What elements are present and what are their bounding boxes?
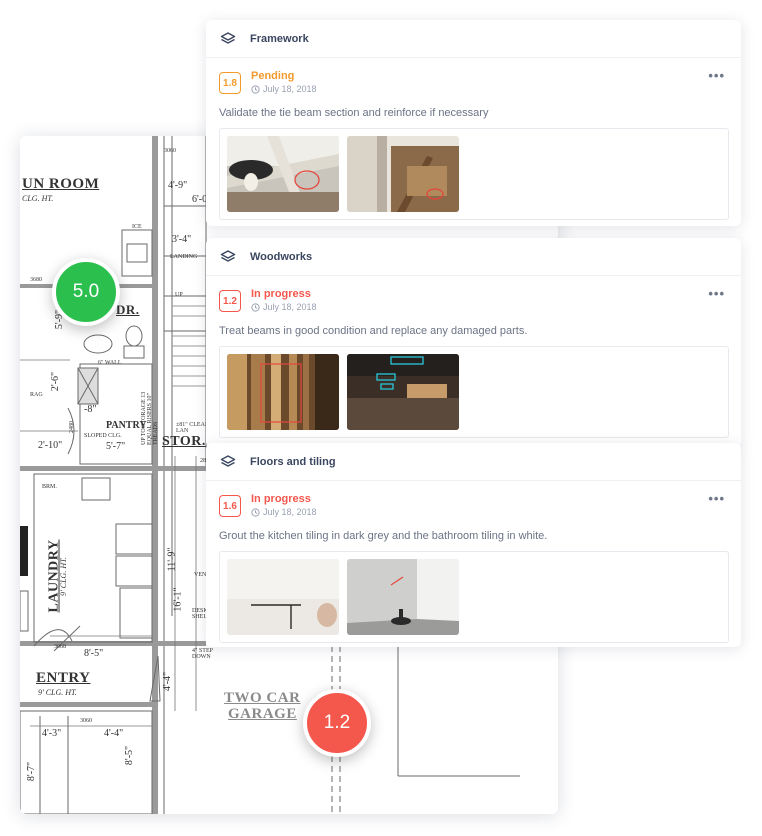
plan-label-two-car: TWO CAR	[224, 690, 301, 706]
plan-label-entry: ENTRY	[36, 670, 91, 686]
layers-icon	[220, 31, 236, 44]
task-card[interactable]: 1.2 In progress July 18, 2018 ••• Treat …	[206, 276, 741, 438]
plan-label-laundry-sub: 9' CLG. HT.	[58, 557, 68, 596]
task-date: July 18, 2018	[251, 507, 317, 517]
task-date: July 18, 2018	[251, 302, 317, 312]
plan-dim: 4'-9"	[168, 180, 188, 191]
photo-gallery	[219, 551, 729, 643]
plan-dim: 2'-6"	[50, 371, 62, 392]
clock-icon	[251, 84, 260, 94]
section-header[interactable]: Framework	[206, 20, 741, 58]
plan-dim: 4'-4"	[162, 671, 174, 692]
plan-label-wall: 6" WALL	[98, 360, 122, 366]
plan-dim: 6'-0	[192, 194, 208, 205]
more-icon[interactable]: •••	[708, 286, 725, 301]
plan-dim: 16'-1"	[172, 587, 184, 612]
plan-dim: 11'-9"	[166, 547, 178, 572]
plan-label-stairs: UP TO STORAGE 13 EQUAL RISERS 10" TREADS	[141, 391, 159, 445]
plan-label-pantry-sub: SLOPED CLG.	[84, 433, 122, 439]
plan-label-2480: 2480	[69, 421, 75, 433]
plan-label-dr: DR.	[116, 302, 140, 317]
more-icon[interactable]: •••	[708, 68, 725, 83]
task-status: Pending	[251, 70, 295, 82]
task-description: Validate the tie beam section and reinfo…	[219, 107, 489, 119]
plan-dim: 8'-5"	[84, 648, 104, 659]
plan-label-3068: 3068	[54, 644, 66, 650]
task-date: July 18, 2018	[251, 84, 317, 94]
photo-thumbnail[interactable]	[347, 136, 459, 212]
task-status: In progress	[251, 493, 311, 505]
task-date-text: July 18, 2018	[263, 507, 317, 517]
stage: UN ROOM CLG. HT. 4'-9" 6'-0 ICE 3'-4" LA…	[0, 0, 762, 836]
section-header[interactable]: Woodworks	[206, 238, 741, 276]
photo-thumbnail[interactable]	[227, 354, 339, 430]
plan-label-landing: LANDING	[170, 254, 198, 260]
plan-dim: -8"	[84, 404, 97, 415]
plan-label-3680: 3680	[30, 277, 42, 283]
photo-gallery	[219, 346, 729, 438]
section-woodworks: Woodworks 1.2 In progress July 18, 2018 …	[206, 238, 741, 448]
plan-label-up: UP	[175, 292, 183, 298]
task-card[interactable]: 1.8 Pending July 18, 2018 ••• Validate t…	[206, 58, 741, 220]
plan-label-sun-room-sub: CLG. HT.	[22, 194, 54, 203]
task-card[interactable]: 1.6 In progress July 18, 2018 ••• Grout …	[206, 481, 741, 643]
plan-label-step: 4" STEP DOWN	[192, 648, 213, 660]
task-status: In progress	[251, 288, 311, 300]
plan-label-sun-room: UN ROOM	[22, 176, 100, 192]
plan-dim: 4'-3"	[42, 728, 62, 739]
task-number-badge: 1.6	[219, 495, 241, 517]
section-title: Floors and tiling	[250, 455, 336, 468]
task-description: Grout the kitchen tiling in dark grey an…	[219, 530, 548, 542]
plan-label-stor: STOR.	[162, 434, 206, 449]
progress-badge-red[interactable]: 1.2	[303, 689, 371, 757]
plan-dim: 5'-7"	[106, 441, 126, 452]
layers-icon	[220, 454, 236, 467]
task-number-badge: 1.2	[219, 290, 241, 312]
photo-thumbnail[interactable]	[347, 559, 459, 635]
clock-icon	[251, 507, 260, 517]
layers-icon	[220, 249, 236, 262]
progress-badge-green[interactable]: 5.0	[52, 258, 120, 326]
task-number-badge: 1.8	[219, 72, 241, 94]
section-title: Woodworks	[250, 250, 313, 263]
clock-icon	[251, 302, 260, 312]
plan-label-rag: RAG	[30, 392, 43, 398]
photo-thumbnail[interactable]	[227, 136, 339, 212]
photo-gallery	[219, 128, 729, 220]
plan-dim: 2'-10"	[38, 440, 63, 451]
photo-thumbnail[interactable]	[347, 354, 459, 430]
plan-dim: 8'-7"	[26, 761, 38, 782]
task-date-text: July 18, 2018	[263, 84, 317, 94]
plan-dim: 3'-4"	[172, 234, 192, 245]
plan-dim: 4'-4"	[104, 728, 124, 739]
plan-label-ice: ICE	[132, 224, 142, 230]
plan-label-3060: 3060	[164, 148, 176, 154]
more-icon[interactable]: •••	[708, 491, 725, 506]
plan-dim: 8'-5"	[124, 745, 136, 766]
section-title: Framework	[250, 32, 309, 45]
plan-label-entry-sub: 9' CLG. HT.	[38, 688, 77, 697]
task-description: Treat beams in good condition and replac…	[219, 325, 528, 337]
plan-label-3060b: 3060	[80, 718, 92, 724]
plan-label-garage: GARAGE	[228, 706, 297, 722]
photo-thumbnail[interactable]	[227, 559, 339, 635]
section-floors-and-tiling: Floors and tiling 1.6 In progress July 1…	[206, 443, 741, 647]
plan-label-brm: BRM.	[42, 484, 57, 490]
section-framework: Framework 1.8 Pending July 18, 2018 ••• …	[206, 20, 741, 226]
plan-label-vent: VEN	[194, 572, 207, 578]
section-header[interactable]: Floors and tiling	[206, 443, 741, 481]
task-date-text: July 18, 2018	[263, 302, 317, 312]
